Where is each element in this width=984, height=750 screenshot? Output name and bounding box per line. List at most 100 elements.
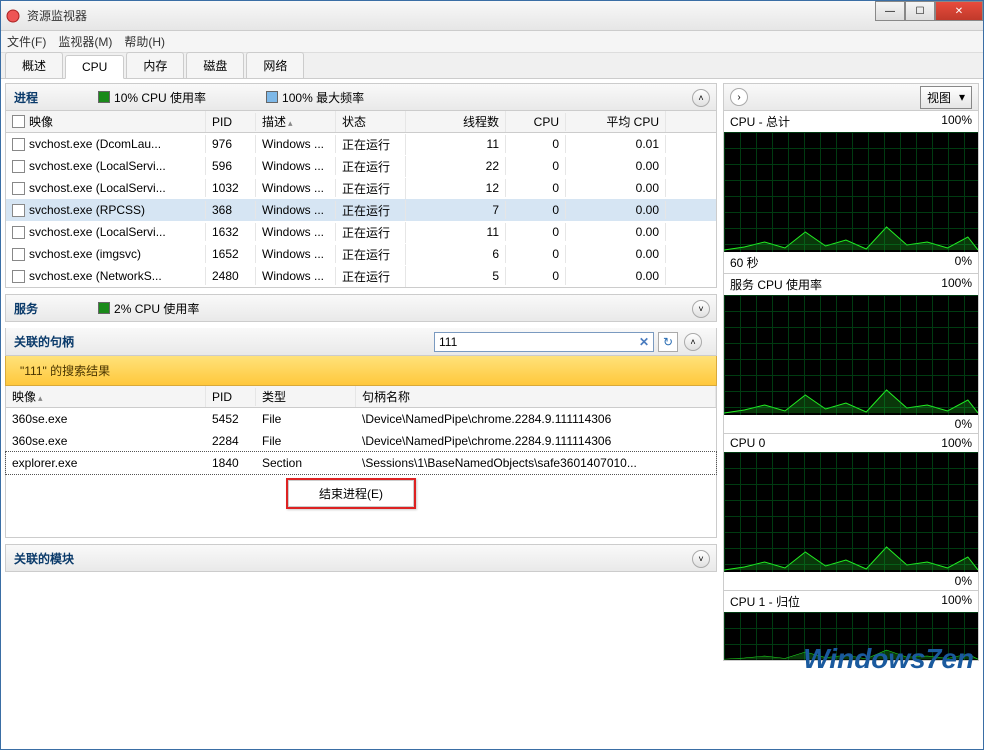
close-button[interactable]: ✕: [935, 1, 983, 21]
right-pane-header: › 视图 ▾: [723, 83, 979, 111]
chart-canvas: [724, 132, 978, 252]
handles-body: 360se.exe5452File\Device\NamedPipe\chrom…: [5, 408, 717, 538]
handles-search-input[interactable]: ✕: [434, 332, 654, 352]
table-row[interactable]: svchost.exe (NetworkS...2480Windows ...正…: [6, 265, 716, 287]
collapse-right-button[interactable]: ›: [730, 88, 748, 106]
col-avg[interactable]: 平均 CPU: [566, 111, 666, 132]
services-cpu-meter: 2% CPU 使用率: [98, 300, 199, 317]
hcol-image[interactable]: 映像▴: [6, 386, 206, 407]
tab-disk[interactable]: 磁盘: [186, 52, 244, 78]
chart-title: 服务 CPU 使用率: [730, 276, 822, 293]
window-controls: — ☐ ✕: [875, 1, 983, 21]
chart-3: CPU 1 - 归位 100%: [723, 591, 979, 661]
col-threads[interactable]: 线程数: [406, 111, 506, 132]
handles-title: 关联的句柄: [14, 333, 434, 350]
search-results-banner: "111" 的搜索结果: [5, 356, 717, 386]
checkbox-icon[interactable]: [12, 182, 25, 195]
hcol-type[interactable]: 类型: [256, 386, 356, 407]
chart-canvas: [724, 612, 978, 660]
chart-max: 100%: [941, 113, 972, 130]
processes-title: 进程: [14, 89, 38, 106]
processes-header[interactable]: 进程 10% CPU 使用率 100% 最大频率 ˄: [5, 83, 717, 111]
table-row[interactable]: svchost.exe (imgsvc)1652Windows ...正在运行6…: [6, 243, 716, 265]
modules-title: 关联的模块: [14, 550, 74, 567]
clear-search-icon[interactable]: ✕: [639, 335, 649, 349]
chart-foot-right: 0%: [955, 254, 972, 271]
tab-overview[interactable]: 概述: [5, 52, 63, 78]
table-row[interactable]: explorer.exe1840Section\Sessions\1\BaseN…: [6, 452, 716, 474]
context-menu: 结束进程(E): [286, 478, 416, 509]
expand-modules-button[interactable]: ˅: [692, 550, 710, 568]
minimize-button[interactable]: —: [875, 1, 905, 21]
table-row[interactable]: 360se.exe5452File\Device\NamedPipe\chrom…: [6, 408, 716, 430]
services-title: 服务: [14, 300, 38, 317]
table-row[interactable]: svchost.exe (LocalServi...1032Windows ..…: [6, 177, 716, 199]
chart-title: CPU 0: [730, 436, 765, 450]
modules-header[interactable]: 关联的模块 ˅: [5, 544, 717, 572]
green-swatch-icon: [98, 302, 110, 314]
chart-foot-right: 0%: [955, 574, 972, 588]
table-row[interactable]: svchost.exe (DcomLau...976Windows ...正在运…: [6, 133, 716, 155]
col-desc[interactable]: 描述▴: [256, 111, 336, 132]
tab-memory[interactable]: 内存: [126, 52, 184, 78]
refresh-button[interactable]: ↻: [658, 332, 678, 352]
expand-services-button[interactable]: ˅: [692, 300, 710, 318]
tab-network[interactable]: 网络: [246, 52, 304, 78]
chart-canvas: [724, 452, 978, 572]
checkbox-icon[interactable]: [12, 115, 25, 128]
hcol-name[interactable]: 句柄名称: [356, 386, 716, 407]
chart-2: CPU 0 100% 0%: [723, 434, 979, 591]
checkbox-icon[interactable]: [12, 160, 25, 173]
chart-max: 100%: [941, 593, 972, 610]
window-title: 资源监视器: [27, 7, 87, 24]
menu-file[interactable]: 文件(F): [7, 33, 46, 50]
table-row[interactable]: 360se.exe2284File\Device\NamedPipe\chrom…: [6, 430, 716, 452]
collapse-handles-button[interactable]: ˄: [684, 333, 702, 351]
handles-header[interactable]: 关联的句柄 ✕ ↻ ˄: [5, 328, 717, 356]
app-icon: [5, 8, 21, 24]
blue-swatch-icon: [266, 91, 278, 103]
hcol-pid[interactable]: PID: [206, 388, 256, 406]
search-field[interactable]: [439, 335, 635, 349]
processes-body: svchost.exe (DcomLau...976Windows ...正在运…: [5, 133, 717, 288]
checkbox-icon[interactable]: [12, 248, 25, 261]
chart-foot-left: 60 秒: [730, 254, 759, 271]
checkbox-icon[interactable]: [12, 204, 25, 217]
chart-canvas: [724, 295, 978, 415]
menu-help[interactable]: 帮助(H): [124, 33, 165, 50]
checkbox-icon[interactable]: [12, 226, 25, 239]
services-header[interactable]: 服务 2% CPU 使用率 ˅: [5, 294, 717, 322]
col-pid[interactable]: PID: [206, 113, 256, 131]
titlebar[interactable]: 资源监视器 — ☐ ✕: [1, 1, 983, 31]
cpu-usage-meter: 10% CPU 使用率: [98, 89, 206, 106]
end-process-item[interactable]: 结束进程(E): [288, 480, 414, 507]
checkbox-icon[interactable]: [12, 270, 25, 283]
chart-max: 100%: [941, 436, 972, 450]
checkbox-icon[interactable]: [12, 138, 25, 151]
tabs: 概述 CPU 内存 磁盘 网络: [1, 53, 983, 79]
tab-cpu[interactable]: CPU: [65, 55, 124, 79]
menu-monitor[interactable]: 监视器(M): [58, 33, 112, 50]
main-window: 资源监视器 — ☐ ✕ 文件(F) 监视器(M) 帮助(H) 概述 CPU 内存…: [0, 0, 984, 750]
processes-columns: 映像 PID 描述▴ 状态 线程数 CPU 平均 CPU: [5, 111, 717, 133]
menubar: 文件(F) 监视器(M) 帮助(H): [1, 31, 983, 53]
green-swatch-icon: [98, 91, 110, 103]
view-dropdown[interactable]: 视图 ▾: [920, 86, 972, 109]
handles-columns: 映像▴ PID 类型 句柄名称: [5, 386, 717, 408]
chart-foot-right: 0%: [955, 417, 972, 431]
col-image[interactable]: 映像: [6, 111, 206, 132]
freq-meter: 100% 最大频率: [266, 89, 364, 106]
table-row[interactable]: svchost.exe (RPCSS)368Windows ...正在运行700…: [6, 199, 716, 221]
table-row[interactable]: svchost.exe (LocalServi...596Windows ...…: [6, 155, 716, 177]
chart-title: CPU - 总计: [730, 113, 790, 130]
chart-1: 服务 CPU 使用率 100% 0%: [723, 274, 979, 434]
collapse-processes-button[interactable]: ˄: [692, 89, 710, 107]
chart-title: CPU 1 - 归位: [730, 593, 800, 610]
table-row[interactable]: svchost.exe (LocalServi...1632Windows ..…: [6, 221, 716, 243]
chart-max: 100%: [941, 276, 972, 293]
col-state[interactable]: 状态: [336, 111, 406, 132]
left-pane: 进程 10% CPU 使用率 100% 最大频率 ˄ 映像 PID 描述▴ 状态…: [5, 83, 717, 745]
content: 进程 10% CPU 使用率 100% 最大频率 ˄ 映像 PID 描述▴ 状态…: [1, 79, 983, 749]
col-cpu[interactable]: CPU: [506, 113, 566, 131]
maximize-button[interactable]: ☐: [905, 1, 935, 21]
